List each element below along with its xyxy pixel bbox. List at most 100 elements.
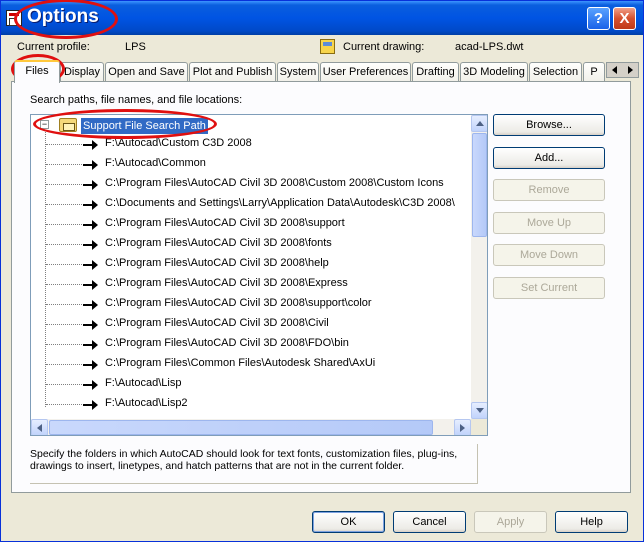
tree-horizontal-scrollbar[interactable] bbox=[31, 419, 471, 435]
tree-connector bbox=[46, 324, 82, 325]
browse-button[interactable]: Browse... bbox=[493, 114, 605, 136]
title-bar[interactable]: Options ? X bbox=[1, 1, 643, 35]
current-profile-label: Current profile: bbox=[17, 41, 90, 53]
tree-item[interactable]: F:\Autocad\Lisp bbox=[31, 376, 471, 394]
tree-connector bbox=[46, 224, 82, 225]
search-paths-tree[interactable]: − Support File Search Path F:\Autocad\Cu… bbox=[30, 114, 488, 436]
tab-open-and-save[interactable]: Open and Save bbox=[105, 62, 188, 81]
scrollbar-corner bbox=[471, 419, 487, 435]
tree-connector bbox=[46, 384, 82, 385]
options-dialog: Options ? X Current profile: LPS Current… bbox=[0, 0, 644, 542]
help-title-button[interactable]: ? bbox=[587, 7, 610, 30]
profile-row: Current profile: LPS Current drawing: ac… bbox=[17, 39, 637, 57]
drawing-file-icon bbox=[320, 39, 335, 54]
path-text: C:\Program Files\AutoCAD Civil 3D 2008\C… bbox=[105, 177, 444, 189]
tree-vertical-scrollbar[interactable] bbox=[471, 115, 487, 419]
scroll-right-icon[interactable] bbox=[454, 419, 471, 435]
tree-item[interactable]: C:\Program Files\AutoCAD Civil 3D 2008\C… bbox=[31, 316, 471, 334]
current-profile-value: LPS bbox=[125, 41, 146, 53]
path-text: F:\Autocad\Lisp bbox=[105, 377, 182, 389]
scroll-down-icon[interactable] bbox=[471, 402, 487, 419]
path-arrow-icon bbox=[83, 180, 99, 190]
path-arrow-icon bbox=[83, 280, 99, 290]
path-text: C:\Program Files\AutoCAD Civil 3D 2008\E… bbox=[105, 277, 348, 289]
tab-user-preferences[interactable]: User Preferences bbox=[320, 62, 411, 81]
tab-drafting[interactable]: Drafting bbox=[412, 62, 459, 81]
path-text: C:\Program Files\AutoCAD Civil 3D 2008\s… bbox=[105, 297, 372, 309]
tree-item[interactable]: F:\Autocad\Lisp2 bbox=[31, 396, 471, 414]
remove-button[interactable]: Remove bbox=[493, 179, 605, 201]
tab-plot-and-publish[interactable]: Plot and Publish bbox=[189, 62, 276, 81]
tab-display[interactable]: Display bbox=[60, 62, 104, 81]
path-text: C:\Program Files\AutoCAD Civil 3D 2008\f… bbox=[105, 237, 332, 249]
add-button[interactable]: Add... bbox=[493, 147, 605, 169]
tab-3d-modeling[interactable]: 3D Modeling bbox=[460, 62, 528, 81]
cancel-button[interactable]: Cancel bbox=[393, 511, 466, 533]
tree-connector bbox=[46, 364, 82, 365]
tab-scroll-left-icon[interactable] bbox=[612, 66, 617, 74]
tree-item[interactable]: C:\Program Files\AutoCAD Civil 3D 2008\E… bbox=[31, 276, 471, 294]
tree-connector bbox=[46, 344, 82, 345]
close-button[interactable]: X bbox=[613, 7, 636, 30]
tab-strip: Files Display Open and Save Plot and Pub… bbox=[11, 60, 639, 83]
tree-item[interactable]: F:\Autocad\Common bbox=[31, 156, 471, 174]
path-text: C:\Program Files\AutoCAD Civil 3D 2008\F… bbox=[105, 337, 349, 349]
path-text: C:\Program Files\AutoCAD Civil 3D 2008\s… bbox=[105, 217, 345, 229]
tree-item[interactable]: F:\Autocad\Custom C3D 2008 bbox=[31, 136, 471, 154]
apply-button[interactable]: Apply bbox=[474, 511, 547, 533]
move-up-button[interactable]: Move Up bbox=[493, 212, 605, 234]
tree-connector bbox=[46, 264, 82, 265]
tree-connector bbox=[46, 164, 82, 165]
path-arrow-icon bbox=[83, 160, 99, 170]
path-arrow-icon bbox=[83, 260, 99, 270]
tree-connector bbox=[46, 304, 82, 305]
files-panel: Search paths, file names, and file locat… bbox=[11, 81, 631, 493]
support-file-search-path-label[interactable]: Support File Search Path bbox=[80, 117, 209, 135]
tab-scroll-buttons[interactable] bbox=[606, 62, 639, 78]
tree-item[interactable]: C:\Program Files\AutoCAD Civil 3D 2008\C… bbox=[31, 176, 471, 194]
tab-system[interactable]: System bbox=[277, 62, 319, 81]
path-text: F:\Autocad\Custom C3D 2008 bbox=[105, 137, 252, 149]
tree-item[interactable]: C:\Program Files\AutoCAD Civil 3D 2008\s… bbox=[31, 296, 471, 314]
path-text: C:\Program Files\AutoCAD Civil 3D 2008\h… bbox=[105, 257, 329, 269]
autocad-app-icon bbox=[6, 10, 22, 26]
path-arrow-icon bbox=[83, 320, 99, 330]
tree-root-item[interactable]: − Support File Search Path bbox=[31, 116, 471, 136]
tab-files[interactable]: Files bbox=[14, 60, 60, 83]
path-text: C:\Program Files\AutoCAD Civil 3D 2008\C… bbox=[105, 317, 329, 329]
horizontal-scroll-thumb[interactable] bbox=[49, 420, 433, 435]
tab-scroll-right-icon[interactable] bbox=[628, 66, 633, 74]
window-title: Options bbox=[27, 6, 99, 27]
move-down-button[interactable]: Move Down bbox=[493, 244, 605, 266]
current-drawing-value: acad-LPS.dwt bbox=[455, 41, 524, 53]
tree-connector bbox=[46, 244, 82, 245]
path-arrow-icon bbox=[83, 380, 99, 390]
path-arrow-icon bbox=[83, 200, 99, 210]
scroll-left-icon[interactable] bbox=[31, 419, 48, 435]
tab-selection[interactable]: Selection bbox=[529, 62, 582, 81]
path-arrow-icon bbox=[83, 300, 99, 310]
tree-connector bbox=[46, 404, 82, 405]
folder-search-icon bbox=[59, 118, 77, 132]
path-arrow-icon bbox=[83, 240, 99, 250]
tree-item[interactable]: C:\Program Files\Common Files\Autodesk S… bbox=[31, 356, 471, 374]
tree-item[interactable]: C:\Program Files\AutoCAD Civil 3D 2008\f… bbox=[31, 236, 471, 254]
tree-connector bbox=[46, 284, 82, 285]
description-text: Specify the folders in which AutoCAD sho… bbox=[30, 444, 478, 484]
tab-profiles-partial[interactable]: P bbox=[583, 62, 605, 81]
set-current-button[interactable]: Set Current bbox=[493, 277, 605, 299]
current-drawing-label: Current drawing: bbox=[343, 41, 425, 53]
tree-item[interactable]: C:\Documents and Settings\Larry\Applicat… bbox=[31, 196, 471, 214]
tree-item[interactable]: C:\Program Files\AutoCAD Civil 3D 2008\F… bbox=[31, 336, 471, 354]
help-button[interactable]: Help bbox=[555, 511, 628, 533]
vertical-scroll-thumb[interactable] bbox=[472, 133, 487, 237]
path-arrow-icon bbox=[83, 400, 99, 410]
tree-item[interactable]: C:\Program Files\AutoCAD Civil 3D 2008\h… bbox=[31, 256, 471, 274]
tree-connector bbox=[46, 204, 82, 205]
path-arrow-icon bbox=[83, 360, 99, 370]
tree-item[interactable]: C:\Program Files\AutoCAD Civil 3D 2008\s… bbox=[31, 216, 471, 234]
collapse-minus-icon[interactable]: − bbox=[40, 120, 49, 129]
scroll-up-icon[interactable] bbox=[471, 115, 487, 132]
ok-button[interactable]: OK bbox=[312, 511, 385, 533]
path-text: C:\Documents and Settings\Larry\Applicat… bbox=[105, 197, 455, 209]
